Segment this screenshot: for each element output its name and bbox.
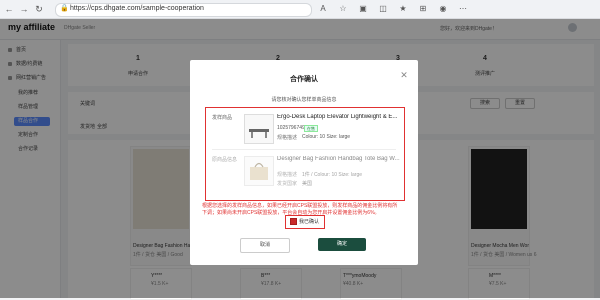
url-text[interactable]: https://cps.dhgate.com/sample-cooperatio…: [70, 5, 204, 13]
profile-icon[interactable]: ◉: [438, 4, 448, 14]
confirm-checkbox[interactable]: [290, 218, 297, 225]
original-product-title: Designer Bag Fashion Handbag Tote Bag W.…: [277, 156, 400, 162]
confirm-button[interactable]: 确定: [318, 238, 366, 251]
ship-country-value: 美国: [302, 181, 313, 187]
more-icon[interactable]: ⋯: [458, 4, 468, 14]
spec-key: 规格描述: [277, 172, 298, 178]
original-product-section: 原商品信息 Designer Bag Fashion Handbag Tote …: [190, 60, 418, 265]
spec-value: 1件 / Colour: 10 Size: large: [302, 172, 363, 178]
forward-icon[interactable]: →: [18, 3, 30, 15]
confirm-checkbox-label[interactable]: 我已确认: [299, 218, 319, 225]
favorites-bar-icon[interactable]: ★: [398, 4, 408, 14]
confirm-dialog: 合作确认 ✕ 请您核对确认您样单商品信息 发样商品 Ergo-Desk Lapt…: [190, 60, 418, 265]
split-screen-icon[interactable]: ◫: [378, 4, 388, 14]
collections-icon[interactable]: ⊞: [418, 4, 428, 14]
ship-country-key: 发货国家: [277, 181, 298, 187]
back-icon[interactable]: ←: [3, 3, 15, 15]
favorite-icon[interactable]: ☆: [338, 4, 348, 14]
original-product-thumbnail: [244, 156, 274, 186]
original-product-label: 原商品信息: [212, 157, 238, 163]
refresh-icon[interactable]: ↻: [33, 3, 45, 15]
extensions-icon[interactable]: ▣: [358, 4, 368, 14]
read-aloud-icon[interactable]: A: [318, 4, 328, 14]
lock-icon: 🔒: [60, 5, 69, 12]
handbag-icon: [250, 162, 268, 180]
cancel-button[interactable]: 取消: [240, 238, 290, 253]
